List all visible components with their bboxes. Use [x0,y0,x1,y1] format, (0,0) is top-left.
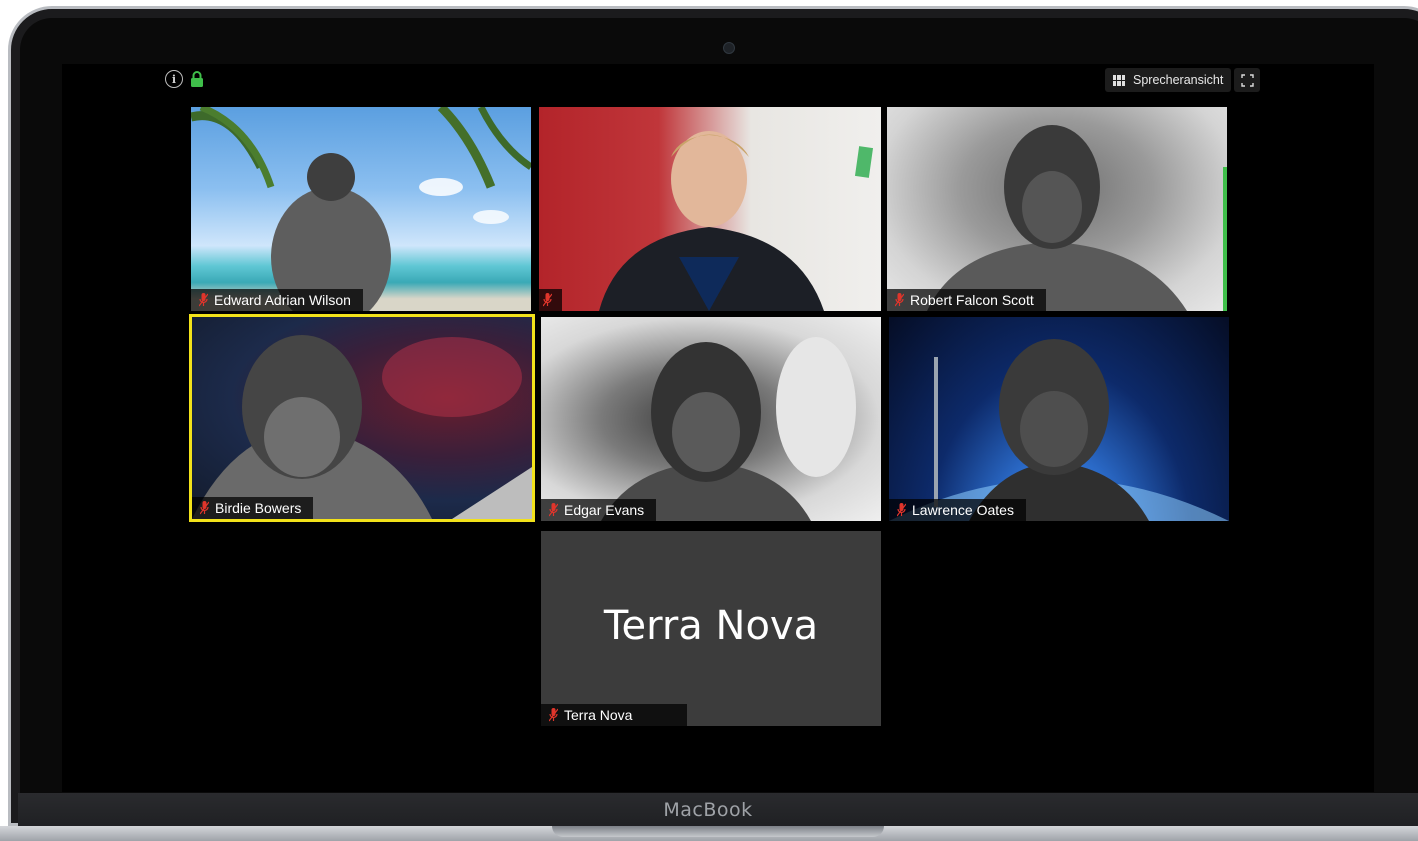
video-tile-terra-nova[interactable]: Terra Nova Terra Nova [541,531,881,726]
participant-name-bar: Edward Adrian Wilson [191,289,363,311]
participant-name-bar: Lawrence Oates [889,499,1026,521]
participant-name: Birdie Bowers [215,500,302,516]
participant-silhouette [889,339,1229,521]
speaker-view-label: Sprecheransicht [1133,73,1224,87]
laptop-notch [552,826,884,837]
participant-silhouette [927,125,1227,311]
participant-name-bar [539,289,562,311]
microphone-muted-icon [549,708,558,722]
participant-name-bar: Edgar Evans [541,499,657,521]
info-icon[interactable]: i [165,70,183,88]
grid-icon [1113,74,1125,86]
participant-name: Robert Falcon Scott [910,292,1034,308]
microphone-muted-icon [895,293,904,307]
video-tile-evans[interactable]: Edgar Evans [541,317,881,521]
participant-name: Terra Nova [564,707,633,723]
video-tile-bowers[interactable]: Birdie Bowers [189,314,535,522]
participant-silhouette [601,337,856,521]
microphone-muted-icon [200,501,209,515]
video-tile-oates[interactable]: Lawrence Oates [889,317,1229,521]
microphone-muted-icon [549,503,558,517]
participant-name-bar: Terra Nova [541,704,687,726]
participant-name: Lawrence Oates [912,502,1014,518]
webcam [723,42,735,54]
palm-fronds [191,107,531,311]
participant-silhouette [192,335,532,519]
video-tile-scott[interactable]: Robert Falcon Scott [887,107,1227,311]
device-brand: MacBook [663,799,753,821]
participant-silhouette [599,131,874,311]
speaker-view-button[interactable]: Sprecheransicht [1105,68,1232,92]
video-off-display-name: Terra Nova [603,603,819,649]
microphone-muted-icon [897,503,906,517]
fullscreen-icon [1240,73,1254,87]
participant-name: Edgar Evans [564,502,645,518]
participant-name-bar: Birdie Bowers [192,497,314,519]
participant-name: Edward Adrian Wilson [214,292,351,308]
participant-name-bar: Robert Falcon Scott [887,289,1046,311]
video-tile-speaker[interactable] [539,107,881,311]
fullscreen-button[interactable] [1234,68,1260,92]
microphone-muted-icon [199,293,208,307]
lock-icon[interactable] [190,70,204,88]
microphone-muted-icon [543,293,552,307]
laptop-chin: MacBook [18,793,1418,827]
video-tile-wilson[interactable]: Edward Adrian Wilson [191,107,531,311]
